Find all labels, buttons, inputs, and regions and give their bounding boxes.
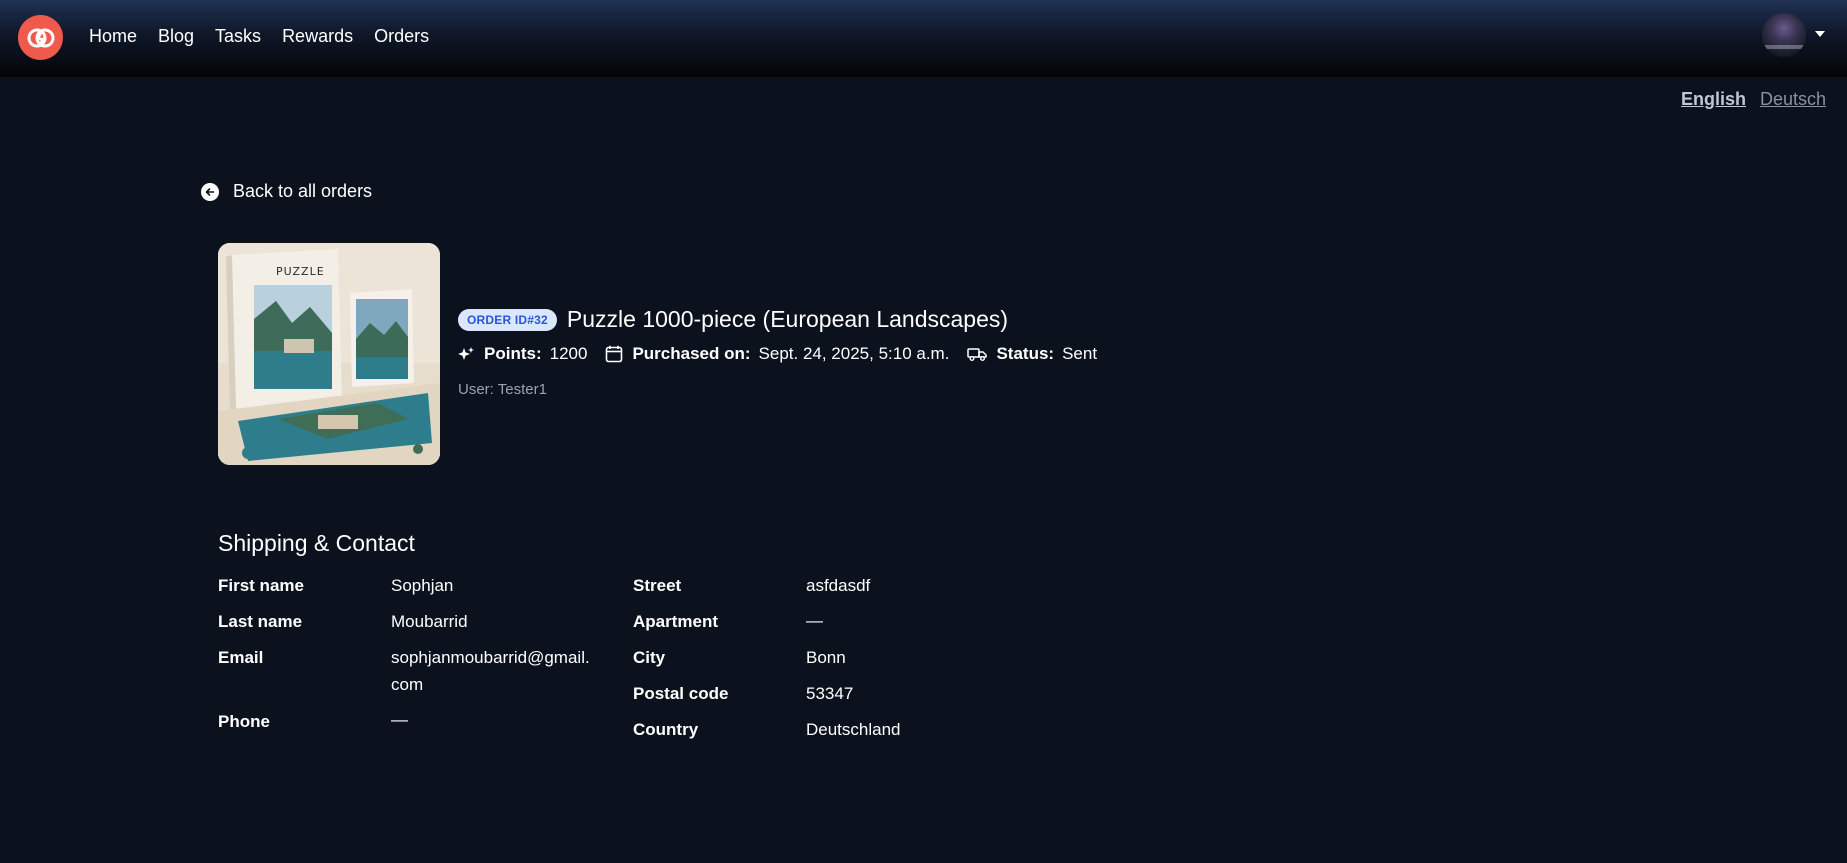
country-value: Deutschland [806,720,901,739]
status-meta: Status: Sent [967,344,1097,364]
city-label: City [633,648,666,667]
box-text: PUZZLE [276,265,325,278]
truck-icon [967,348,988,361]
phone-value: — [391,710,408,729]
logo-icon[interactable] [18,15,63,60]
nav-home[interactable]: Home [89,26,137,47]
postal-code-value: 53347 [806,684,854,703]
top-navbar: Home Blog Tasks Rewards Orders [0,0,1847,77]
sparkle-icon [458,346,474,360]
street-value: asfdasdf [806,576,871,595]
order-title: Puzzle 1000-piece (European Landscapes) [566,306,1009,332]
order-header: ORDER ID#32 Puzzle 1000-piece (European … [458,306,1008,333]
purchased-value: Sept. 24, 2025, 5:10 a.m. [758,344,950,363]
points-meta: Points: 1200 [458,344,587,364]
apartment-label: Apartment [633,612,719,631]
apartment-value: — [806,611,823,630]
back-arrow-icon [201,182,219,201]
email-value: sophjanmoubarrid@gmail. com [391,644,590,698]
calendar-icon [606,345,623,363]
language-deutsch[interactable]: Deutsch [1760,89,1826,110]
city-value: Bonn [806,648,846,667]
last-name-value: Moubarrid [391,612,468,631]
avatar[interactable] [1762,13,1806,57]
first-name-label: First name [218,576,304,595]
purchased-meta: Purchased on: Sept. 24, 2025, 5:10 a.m. [605,344,949,364]
email-value-line1: sophjanmoubarrid@gmail. [391,648,590,667]
language-english[interactable]: English [1681,89,1746,110]
shipping-section-title: Shipping & Contact [218,530,415,556]
main-nav: Home Blog Tasks Rewards Orders [89,0,450,72]
points-value: 1200 [549,344,588,363]
country-label: Country [633,720,699,739]
email-value-line2: com [391,675,424,694]
phone-label: Phone [218,712,270,731]
points-label: Points: [484,344,542,363]
status-value: Sent [1062,344,1098,363]
order-user: User: Tester1 [458,381,547,398]
nav-tasks[interactable]: Tasks [215,26,261,47]
purchased-label: Purchased on: [632,344,751,363]
nav-blog[interactable]: Blog [158,26,194,47]
status-label: Status: [996,344,1055,363]
email-label: Email [218,648,264,667]
postal-code-label: Postal code [633,684,729,703]
chevron-down-icon[interactable] [1815,31,1825,37]
back-to-orders-link[interactable]: Back to all orders [201,181,372,202]
first-name-value: Sophjan [391,576,454,595]
street-label: Street [633,576,682,595]
product-image: PUZZLE [218,243,440,465]
last-name-label: Last name [218,612,303,631]
order-meta: Points: 1200 Purchased on: Sept. 24, 202… [458,344,1115,364]
nav-rewards[interactable]: Rewards [282,26,353,47]
back-link-label: Back to all orders [233,181,373,201]
order-id-badge: ORDER ID#32 [458,308,557,331]
nav-orders[interactable]: Orders [374,26,429,47]
